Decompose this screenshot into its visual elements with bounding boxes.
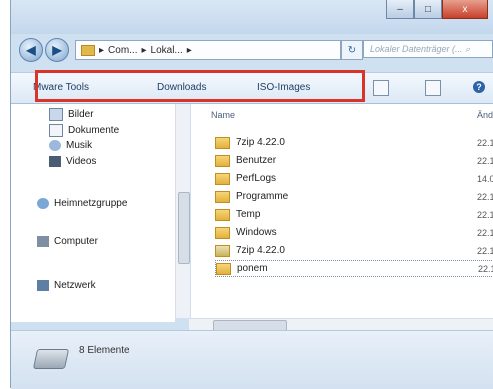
address-row: ◀ ▶ ▸ Com... ▸ Lokal... ▸ ↻ Lokaler Date… bbox=[11, 36, 493, 62]
navigation-scrollbar[interactable] bbox=[175, 104, 190, 318]
item-count: 8 Elemente bbox=[79, 345, 130, 356]
music-icon bbox=[49, 140, 61, 151]
sidebar-item-netzwerk[interactable]: Netzwerk bbox=[37, 280, 96, 291]
file-name: ponem bbox=[237, 263, 268, 274]
file-date: 22.12. bbox=[477, 245, 493, 256]
folder-icon bbox=[215, 136, 230, 149]
drive-icon bbox=[32, 349, 70, 369]
back-button[interactable]: ◀ bbox=[19, 38, 43, 62]
documents-icon bbox=[49, 124, 63, 137]
address-bar[interactable]: ▸ Com... ▸ Lokal... ▸ bbox=[75, 40, 341, 60]
view-options-icon[interactable] bbox=[373, 80, 389, 96]
list-item[interactable]: ponem 22.12. bbox=[215, 260, 493, 277]
sidebar-item-heimnetzgruppe[interactable]: Heimnetzgruppe bbox=[37, 198, 127, 209]
file-date: 22.12. bbox=[477, 155, 493, 166]
video-icon bbox=[49, 156, 61, 167]
sidebar-item-dokumente[interactable]: Dokumente bbox=[49, 124, 119, 137]
sidebar-item-videos[interactable]: Videos bbox=[49, 156, 96, 167]
file-date: 22.12. bbox=[477, 191, 493, 202]
forward-button[interactable]: ▶ bbox=[45, 38, 69, 62]
folder-icon bbox=[215, 208, 230, 221]
file-name: PerfLogs bbox=[236, 173, 277, 184]
breadcrumb-separator: ▸ bbox=[186, 44, 192, 56]
list-item[interactable]: Windows 22.12. bbox=[215, 224, 493, 241]
file-date: 22.12. bbox=[477, 227, 493, 238]
refresh-button[interactable]: ↻ bbox=[341, 40, 363, 60]
file-name: Programme bbox=[236, 191, 289, 202]
search-input[interactable]: Lokaler Datenträger (... ⌕ bbox=[363, 40, 493, 58]
sidebar-item-label: Heimnetzgruppe bbox=[54, 198, 128, 209]
folder-icon bbox=[215, 172, 230, 185]
scrollbar-thumb[interactable] bbox=[178, 192, 190, 264]
details-pane: 8 Elemente bbox=[11, 330, 493, 389]
archive-icon bbox=[215, 244, 230, 257]
file-name: Temp bbox=[236, 209, 261, 220]
explorer-window: – □ x ◀ ▶ ▸ Com... ▸ Lokal... ▸ ↻ Lokale… bbox=[10, 0, 493, 389]
breadcrumb-separator: ▸ bbox=[141, 44, 147, 56]
close-button[interactable]: x bbox=[442, 0, 488, 19]
network-icon bbox=[37, 280, 49, 291]
file-name: Windows bbox=[236, 227, 277, 238]
sidebar-item-musik[interactable]: Musik bbox=[49, 140, 92, 151]
file-date: 14.07. bbox=[477, 173, 493, 184]
homegroup-icon bbox=[37, 198, 49, 209]
window-controls: – □ x bbox=[386, 0, 488, 19]
breadcrumb-local-disk[interactable]: Lokal... bbox=[151, 45, 183, 56]
highlight-box bbox=[35, 70, 365, 102]
list-item[interactable]: PerfLogs 14.07. bbox=[215, 170, 493, 187]
column-header-name[interactable]: Name bbox=[211, 110, 235, 120]
sidebar-item-label: Bilder bbox=[68, 109, 94, 120]
folder-icon bbox=[215, 190, 230, 203]
file-name: 7zip 4.22.0 bbox=[236, 137, 285, 148]
pictures-icon bbox=[49, 108, 63, 121]
folder-icon bbox=[215, 154, 230, 167]
sidebar-item-label: Videos bbox=[66, 156, 97, 167]
sidebar-item-label: Computer bbox=[54, 236, 98, 247]
sidebar-item-label: Dokumente bbox=[68, 125, 120, 136]
navigation-pane: Bilder Dokumente Musik Videos Heimnetzgr… bbox=[11, 104, 175, 322]
file-name: Benutzer bbox=[236, 155, 277, 166]
sidebar-item-bilder[interactable]: Bilder bbox=[49, 108, 94, 121]
file-date: 22.12. bbox=[477, 209, 493, 220]
sidebar-item-computer[interactable]: Computer bbox=[37, 236, 98, 247]
preview-pane-icon[interactable] bbox=[425, 80, 441, 96]
maximize-button[interactable]: □ bbox=[414, 0, 442, 19]
column-header-date[interactable]: Änder bbox=[477, 110, 493, 120]
help-icon[interactable]: ? bbox=[473, 81, 485, 93]
breadcrumb-computer[interactable]: Com... bbox=[108, 45, 137, 56]
folder-icon bbox=[81, 44, 95, 56]
file-date: 22.12. bbox=[477, 137, 493, 148]
list-item[interactable]: 7zip 4.22.0 22.12. bbox=[215, 134, 493, 151]
breadcrumb-separator: ▸ bbox=[99, 44, 105, 56]
minimize-button[interactable]: – bbox=[386, 0, 414, 19]
sidebar-item-label: Musik bbox=[66, 140, 93, 151]
folder-icon bbox=[215, 226, 230, 239]
file-name: 7zip 4.22.0 bbox=[236, 245, 285, 256]
list-item[interactable]: Temp 22.12. bbox=[215, 206, 493, 223]
file-date: 22.12. bbox=[478, 263, 493, 274]
file-list: Name Änder 7zip 4.22.0 22.12. Benutzer 22.… bbox=[191, 104, 493, 318]
sidebar-item-label: Netzwerk bbox=[54, 280, 96, 291]
list-item[interactable]: Programme 22.12. bbox=[215, 188, 493, 205]
title-bar: – □ x bbox=[11, 0, 493, 34]
list-item[interactable]: Benutzer 22.12. bbox=[215, 152, 493, 169]
computer-icon bbox=[37, 236, 49, 247]
list-item[interactable]: 7zip 4.22.0 22.12. bbox=[215, 242, 493, 259]
folder-icon bbox=[216, 262, 231, 275]
